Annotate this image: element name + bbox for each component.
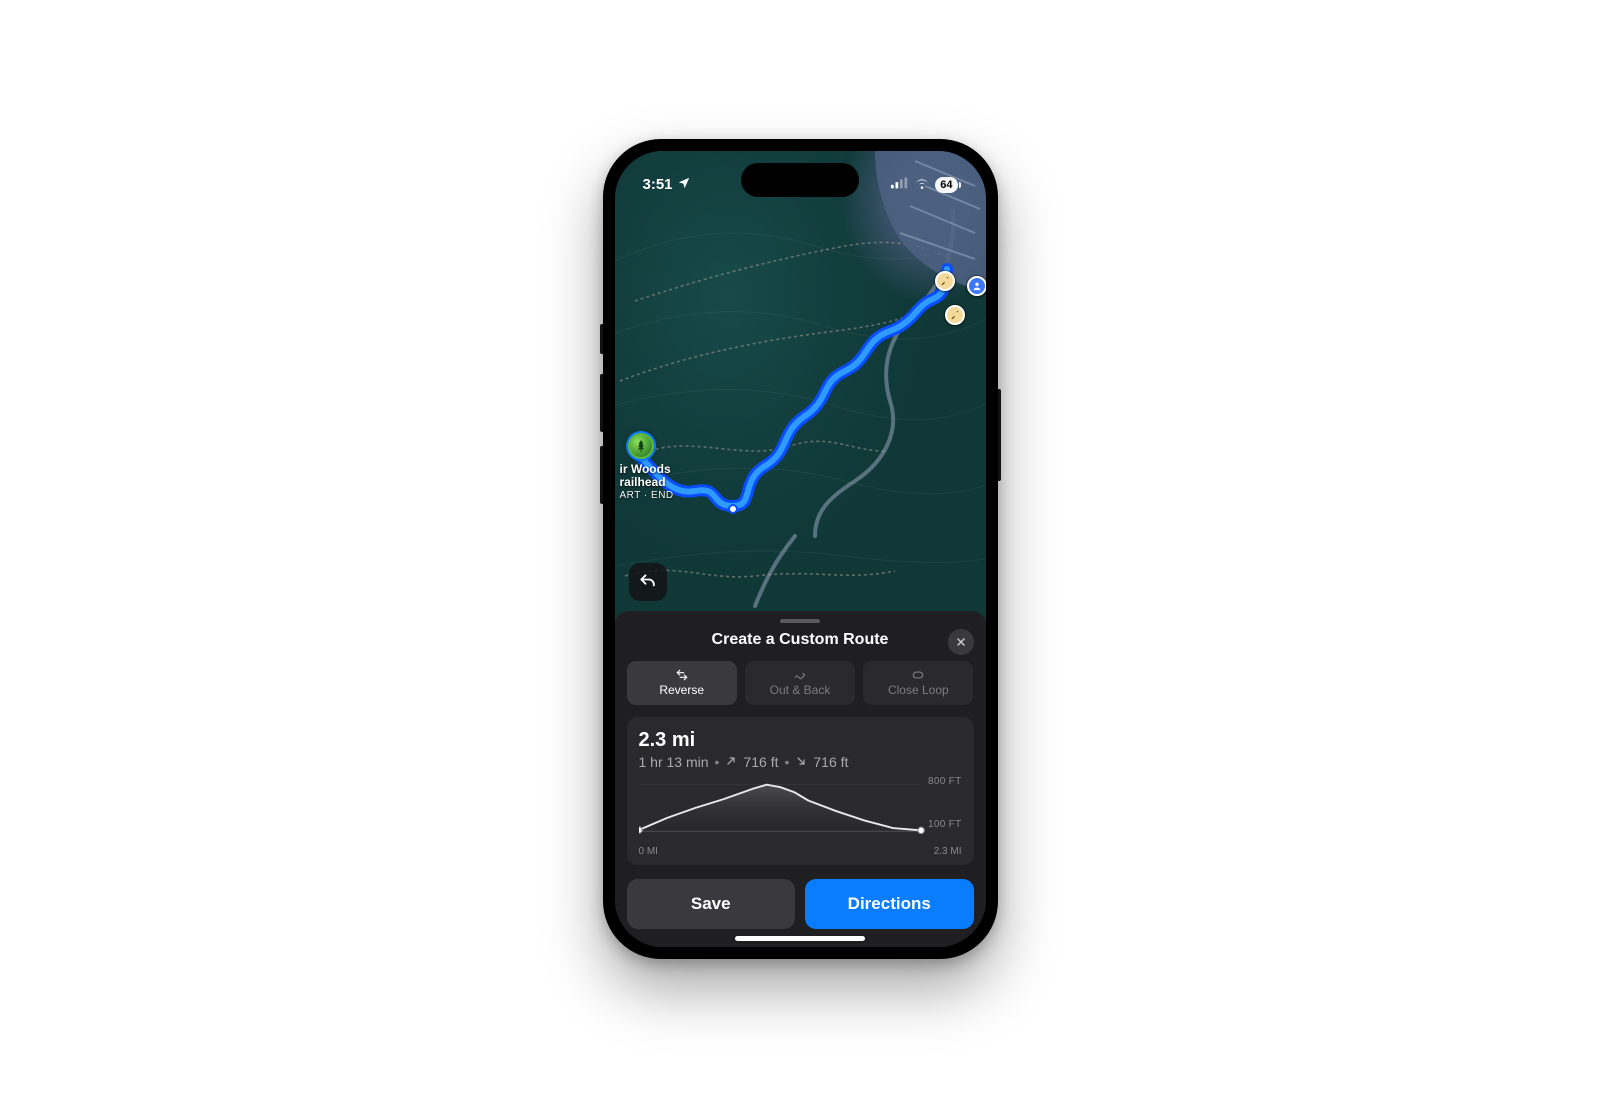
elev-x-end: 2.3 MI [934,846,962,857]
tree-icon [628,433,654,459]
directions-label: Directions [848,894,931,914]
route-option-segments: Reverse Out & Back Close Loop [627,661,974,705]
sheet-grabber[interactable] [780,619,820,623]
out-and-back-label: Out & Back [770,683,831,697]
bottom-sheet: Create a Custom Route Reverse Out & Bac [615,611,986,947]
undo-button[interactable] [629,563,667,601]
phone-frame: 3:51 64 [603,139,998,959]
screen: 3:51 64 [615,151,986,947]
battery-indicator: 64 [935,177,957,193]
status-time: 3:51 [643,176,673,193]
reverse-label: Reverse [659,683,704,697]
out-and-back-button[interactable]: Out & Back [745,661,855,705]
descent-icon [795,754,807,770]
close-loop-button[interactable]: Close Loop [863,661,973,705]
action-row: Save Directions [627,879,974,929]
directions-button[interactable]: Directions [805,879,974,929]
place-name-line1: ir Woods [620,463,674,477]
battery-percent: 64 [940,179,952,191]
undo-icon [638,572,658,592]
route-duration: 1 hr 13 min [639,754,709,770]
ascent-icon [725,754,737,770]
route-ascent: 716 ft [743,754,778,770]
close-button[interactable] [948,629,974,655]
location-icon [677,176,691,194]
place-labels: ir Woods railhead ART · END [620,463,674,502]
close-loop-icon [910,668,926,682]
cellular-icon [891,176,909,193]
out-and-back-icon [792,668,808,682]
wifi-icon [914,176,930,193]
home-indicator[interactable] [735,936,865,941]
elev-x-start: 0 MI [639,846,658,857]
save-label: Save [691,894,731,914]
reverse-icon [674,668,690,682]
waypoint-marker[interactable] [945,305,965,325]
route-descent: 716 ft [813,754,848,770]
reverse-button[interactable]: Reverse [627,661,737,705]
route-info-card[interactable]: 2.3 mi 1 hr 13 min • 716 ft • 716 ft 800… [627,717,974,865]
place-subtitle: ART · END [620,490,674,502]
dynamic-island [741,163,859,197]
place-name-line2: railhead [620,476,674,490]
waypoint-marker[interactable] [935,271,955,291]
sheet-title: Create a Custom Route [712,631,889,648]
route-distance: 2.3 mi [639,729,962,752]
elev-max-label: 800 FT [928,776,961,787]
save-button[interactable]: Save [627,879,796,929]
close-icon [955,636,967,648]
start-end-pin[interactable]: ir Woods railhead ART · END [620,433,674,502]
close-loop-label: Close Loop [888,683,949,697]
elev-min-label: 100 FT [928,819,961,830]
elevation-chart: 800 FT 100 FT [639,778,962,842]
poi-marker[interactable] [967,276,986,296]
route-meta: 1 hr 13 min • 716 ft • 716 ft [639,754,962,770]
